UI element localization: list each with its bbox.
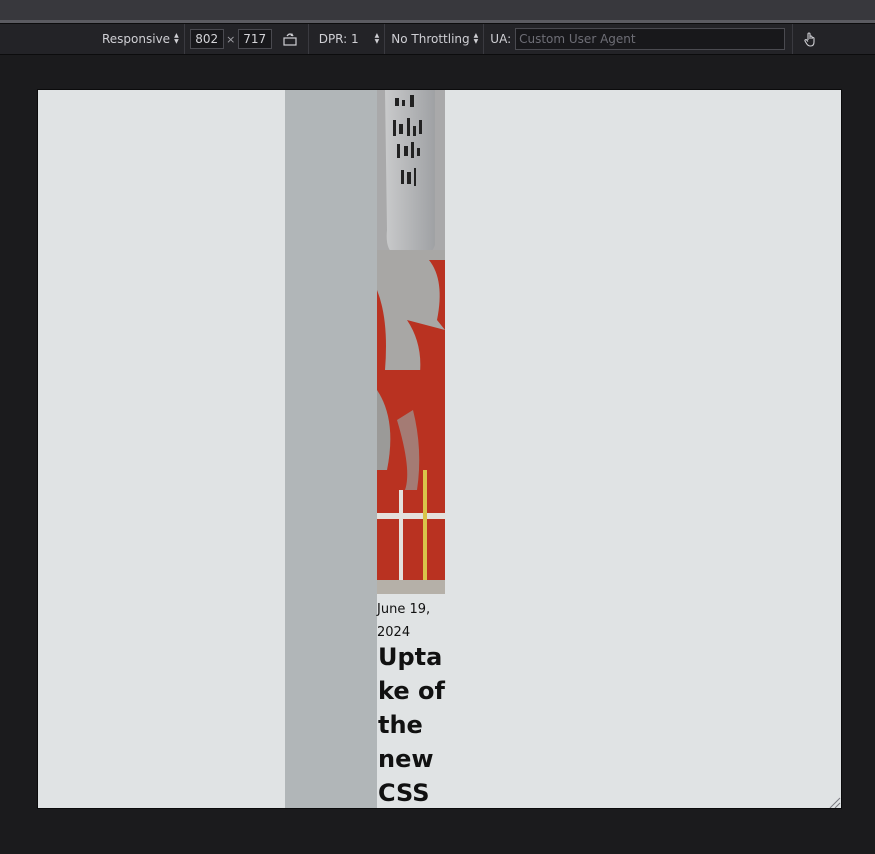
toolbar-divider xyxy=(307,24,309,54)
article-headline[interactable]: Uptake of the new CSS xyxy=(378,640,448,808)
dimension-separator: × xyxy=(226,32,236,46)
throttling-label: No Throttling xyxy=(391,32,470,46)
dpr-label: DPR: 1 xyxy=(318,32,359,46)
article-date: June 19, 2024 xyxy=(377,602,431,640)
throttling-select[interactable]: No Throttling ▲ ▼ xyxy=(391,32,478,46)
responsive-viewport: June 19, 2024 Uptake of the new CSS xyxy=(38,90,841,808)
ua-label: UA: xyxy=(490,32,512,46)
viewport-width-input[interactable]: 802 xyxy=(189,29,224,49)
toolbar-divider xyxy=(483,24,485,54)
rotate-icon[interactable] xyxy=(282,31,298,47)
page-sidebar-column xyxy=(285,90,377,808)
device-preset-select[interactable]: Responsive ▲ ▼ xyxy=(102,32,179,46)
select-arrows-icon: ▲ ▼ xyxy=(473,32,479,45)
select-arrows-icon: ▲ ▼ xyxy=(174,32,179,45)
viewport-resize-handle[interactable] xyxy=(827,794,841,808)
touch-hand-icon[interactable] xyxy=(802,31,818,47)
select-arrows-icon: ▲ ▼ xyxy=(374,32,380,45)
toolbar-divider xyxy=(792,24,794,54)
device-preset-label: Responsive xyxy=(102,32,171,46)
user-agent-input[interactable]: Custom User Agent xyxy=(515,28,786,50)
dpr-select[interactable]: DPR: 1 ▲ ▼ xyxy=(319,32,380,46)
browser-top-bar xyxy=(0,0,875,23)
toolbar-divider xyxy=(384,24,386,54)
article-image xyxy=(377,90,445,594)
toolbar-divider xyxy=(183,24,185,54)
responsive-design-toolbar: Responsive ▲ ▼ 802 × 717 DPR: 1 ▲ ▼ No Thr… xyxy=(0,23,875,55)
viewport-height-input[interactable]: 717 xyxy=(237,29,272,49)
